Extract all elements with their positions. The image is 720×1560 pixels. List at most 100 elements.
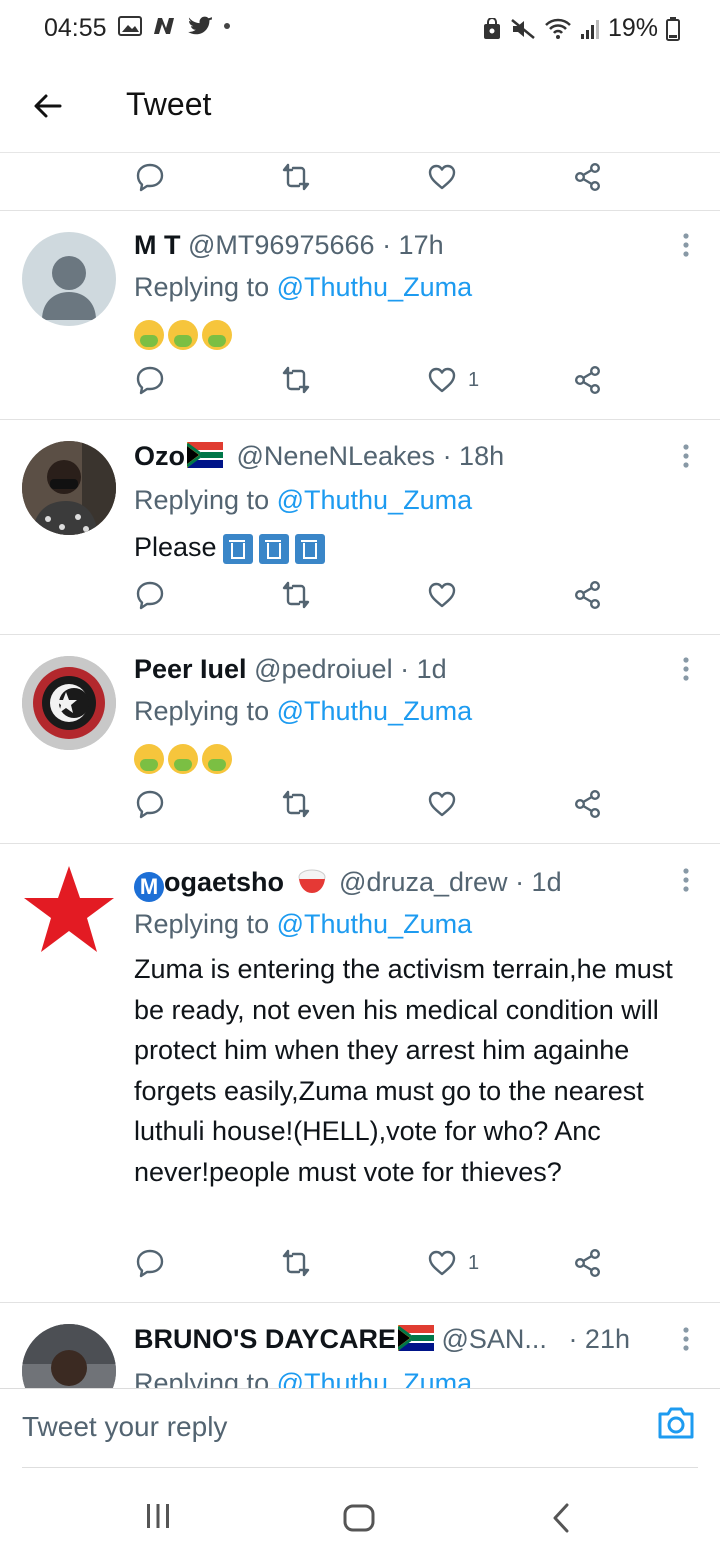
back-arrow-icon[interactable] xyxy=(30,88,66,124)
share-icon xyxy=(574,581,601,610)
nauseated-face-icon xyxy=(134,743,164,774)
share-button[interactable] xyxy=(572,1247,604,1279)
reply-input[interactable]: Tweet your reply xyxy=(22,1411,227,1443)
user-handle[interactable]: @NeneNLeakes xyxy=(237,441,436,471)
tweet-actions xyxy=(134,788,614,828)
mention-link[interactable]: @Thuthu_Zuma xyxy=(277,909,473,939)
share-icon xyxy=(574,1249,601,1278)
more-options-icon[interactable] xyxy=(682,656,690,682)
litter-bin-icon xyxy=(258,533,289,564)
tweet-text: Please xyxy=(134,527,694,568)
heart-icon xyxy=(428,582,456,608)
tweet-time: · 1d xyxy=(400,654,447,684)
camera-icon[interactable] xyxy=(656,1405,696,1441)
mention-link[interactable]: @Thuthu_Zuma xyxy=(277,1368,473,1388)
reply-button[interactable] xyxy=(134,579,166,611)
replying-to: Replying to @Thuthu_Zuma xyxy=(134,909,473,939)
reply-icon xyxy=(136,366,164,395)
avatar[interactable] xyxy=(22,441,116,535)
back-nav-icon[interactable] xyxy=(550,1502,572,1534)
like-button[interactable] xyxy=(426,788,458,820)
avatar[interactable] xyxy=(22,656,116,750)
south-africa-flag-icon xyxy=(187,442,223,468)
tweet-time: · 17h xyxy=(382,230,444,260)
dot-icon xyxy=(222,21,232,31)
tweet-row[interactable]: M T @MT96975666 · 17h Replying to @Thuth… xyxy=(0,210,720,420)
tweet-time: · 21h xyxy=(568,1324,630,1354)
retweet-button[interactable] xyxy=(280,788,312,820)
retweet-icon xyxy=(282,366,310,394)
more-options-icon[interactable] xyxy=(682,1326,690,1352)
reply-button[interactable] xyxy=(134,161,166,193)
retweet-button[interactable] xyxy=(280,579,312,611)
heart-icon xyxy=(428,791,456,817)
south-africa-flag-icon xyxy=(397,1325,434,1351)
tweet-time: · 1d xyxy=(515,867,562,897)
tweet-row[interactable]: Mogaetsho @druza_drew · 1d Replying to @… xyxy=(0,843,720,1303)
retweet-button[interactable] xyxy=(280,1247,312,1279)
more-options-icon[interactable] xyxy=(682,867,690,893)
like-button[interactable]: 1 xyxy=(426,1247,479,1279)
more-options-icon[interactable] xyxy=(682,232,690,258)
tweet-actions: 1 xyxy=(134,364,614,404)
signal-icon xyxy=(580,18,600,40)
mention-link[interactable]: @Thuthu_Zuma xyxy=(277,485,473,515)
share-button[interactable] xyxy=(572,579,604,611)
nauseated-face-icon xyxy=(202,319,232,350)
reply-icon xyxy=(136,1249,164,1278)
retweet-button[interactable] xyxy=(280,364,312,396)
replying-to: Replying to @Thuthu_Zuma xyxy=(134,1368,472,1388)
share-button[interactable] xyxy=(572,788,604,820)
tweet-row[interactable]: BRUNO'S DAYCARE @SAN... · 21h Replying t… xyxy=(0,1302,720,1388)
display-name[interactable]: BRUNO'S DAYCARE xyxy=(134,1324,396,1354)
nauseated-face-icon xyxy=(168,743,198,774)
display-name[interactable]: ogaetsho xyxy=(164,867,284,897)
reply-button[interactable] xyxy=(134,788,166,820)
replying-to: Replying to @Thuthu_Zuma xyxy=(134,696,473,726)
home-icon[interactable] xyxy=(343,1504,375,1532)
reply-button[interactable] xyxy=(134,1247,166,1279)
mention-link[interactable]: @Thuthu_Zuma xyxy=(277,696,473,726)
user-handle[interactable]: @pedroiuel xyxy=(254,654,393,684)
user-handle[interactable]: @druza_drew xyxy=(339,867,508,897)
share-icon xyxy=(574,366,601,395)
previous-tweet-actions xyxy=(0,153,720,211)
display-name[interactable]: M T xyxy=(134,230,181,260)
tweet-row[interactable]: Peer Iuel @pedroiuel · 1d Replying to @T… xyxy=(0,634,720,844)
like-button[interactable] xyxy=(426,579,458,611)
retweet-button[interactable] xyxy=(280,161,312,193)
more-options-icon[interactable] xyxy=(682,443,690,469)
like-button[interactable] xyxy=(426,161,458,193)
mention-link[interactable]: @Thuthu_Zuma xyxy=(277,272,473,302)
avatar[interactable] xyxy=(22,1324,116,1388)
avatar[interactable] xyxy=(22,232,116,326)
user-handle[interactable]: @SAN... xyxy=(441,1324,546,1354)
tweet-actions: 1 xyxy=(134,1247,614,1287)
nauseated-face-icon xyxy=(168,319,198,350)
user-handle[interactable]: @MT96975666 xyxy=(188,230,375,260)
reply-composer: Tweet your reply xyxy=(0,1388,720,1469)
like-count: 1 xyxy=(468,368,480,391)
share-button[interactable] xyxy=(572,364,604,396)
rice-bowl-icon xyxy=(296,867,328,895)
avatar[interactable] xyxy=(22,863,116,957)
retweet-icon xyxy=(282,790,310,818)
tweet-row[interactable]: Ozo @NeneNLeakes · 18h Replying to @Thut… xyxy=(0,419,720,635)
tweet-time: · 18h xyxy=(442,441,505,471)
nauseated-face-icon xyxy=(134,319,164,350)
share-button[interactable] xyxy=(572,161,604,193)
battery-percent: 19% xyxy=(607,14,658,42)
tweet-text: Zuma is entering the activism terrain,he… xyxy=(134,954,673,1187)
security-lock-icon xyxy=(482,17,502,40)
reply-icon xyxy=(136,581,164,610)
heart-icon xyxy=(428,367,456,393)
litter-bin-icon xyxy=(294,533,325,564)
like-button[interactable]: 1 xyxy=(426,364,479,396)
reply-button[interactable] xyxy=(134,364,166,396)
display-name[interactable]: Peer Iuel xyxy=(134,654,247,684)
page-title: Tweet xyxy=(126,86,212,122)
battery-icon xyxy=(666,16,680,41)
display-name[interactable]: Ozo xyxy=(134,441,185,471)
recent-apps-icon[interactable] xyxy=(144,1502,172,1530)
nauseated-face-icon xyxy=(202,743,232,774)
